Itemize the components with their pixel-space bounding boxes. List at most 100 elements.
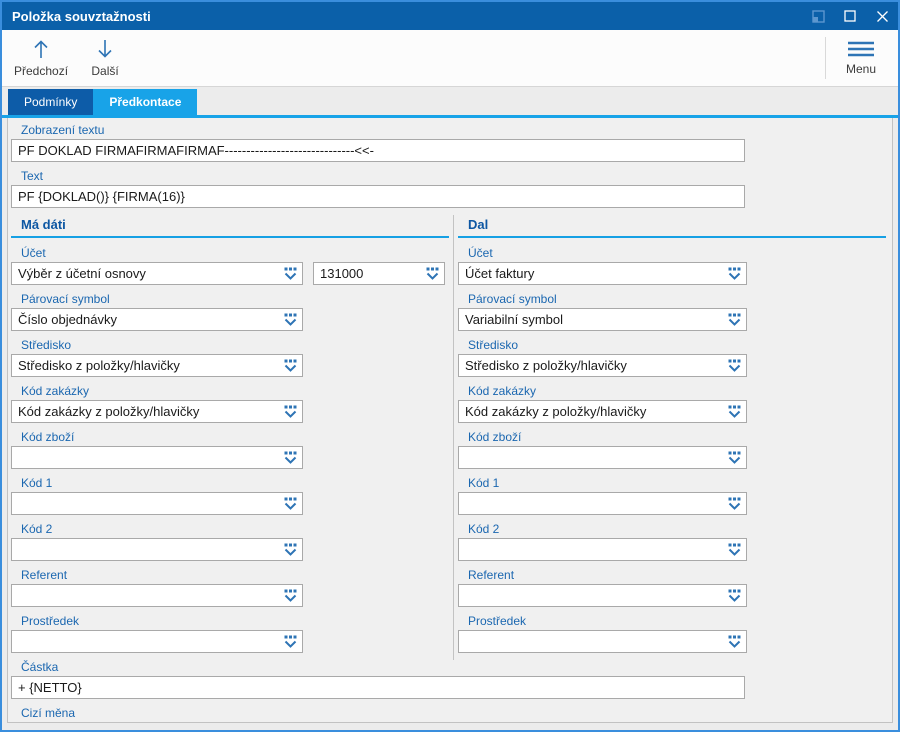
field-dal-ucet: Účet Účet faktury: [458, 246, 892, 285]
dal-kod-zakazky-combo[interactable]: Kód zakázky z položky/hlavičky: [458, 400, 747, 423]
md-prostredek-label: Prostředek: [21, 614, 453, 628]
field-zobrazeni-textu: Zobrazení textu PF DOKLAD FIRMAFIRMAFIRM…: [11, 123, 892, 162]
dock-icon[interactable]: [810, 8, 826, 24]
dropdown-icon[interactable]: [728, 635, 741, 649]
arrow-up-icon: [32, 38, 50, 60]
field-text: Text PF {DOKLAD()} {FIRMA(16)}: [11, 169, 892, 208]
md-kod-2-combo[interactable]: [11, 538, 303, 561]
dal-kod-1-label: Kód 1: [468, 476, 892, 490]
dropdown-icon[interactable]: [728, 543, 741, 557]
field-castka: Částka + {NETTO}: [11, 660, 892, 699]
dal-kod-zakazky-value: Kód zakázky z položky/hlavičky: [459, 404, 746, 419]
field-dal-parovaci-symbol: Párovací symbol Variabilní symbol: [458, 292, 892, 331]
window-title: Položka souvztažnosti: [12, 9, 810, 24]
dal-kod-zbozi-combo[interactable]: [458, 446, 747, 469]
field-cizi-mena: Cizí měna: [11, 706, 892, 723]
dal-prostredek-label: Prostředek: [468, 614, 892, 628]
dal-referent-combo[interactable]: [458, 584, 747, 607]
text-input[interactable]: PF {DOKLAD()} {FIRMA(16)}: [11, 185, 745, 208]
field-md-ucet: Účet Výběr z účetní osnovy 131000: [11, 246, 453, 285]
dropdown-icon[interactable]: [284, 313, 297, 327]
dal-kod-2-label: Kód 2: [468, 522, 892, 536]
menu-button[interactable]: Menu: [830, 30, 892, 86]
dal-kod-2-combo[interactable]: [458, 538, 747, 561]
md-kod-2-label: Kód 2: [21, 522, 453, 536]
md-stredisko-combo[interactable]: Středisko z položky/hlavičky: [11, 354, 303, 377]
field-md-parovaci-symbol: Párovací symbol Číslo objednávky: [11, 292, 453, 331]
dal-ucet-value: Účet faktury: [459, 266, 746, 281]
dropdown-icon[interactable]: [284, 589, 297, 603]
dropdown-icon[interactable]: [284, 497, 297, 511]
toolbar: Předchozí Další Menu: [2, 30, 898, 87]
dal-rule: [458, 236, 886, 238]
arrow-down-icon: [96, 38, 114, 60]
dropdown-icon[interactable]: [284, 267, 297, 281]
maximize-icon[interactable]: [842, 8, 858, 24]
md-referent-combo[interactable]: [11, 584, 303, 607]
debit-credit-columns: Má dáti Účet Výběr z účetní osnovy 13100…: [11, 215, 892, 660]
dropdown-icon[interactable]: [284, 405, 297, 419]
toolbar-separator: [825, 37, 826, 79]
field-md-referent: Referent: [11, 568, 453, 607]
dropdown-icon[interactable]: [728, 451, 741, 465]
next-button-label: Další: [91, 64, 118, 78]
dropdown-icon[interactable]: [728, 497, 741, 511]
md-ucet-label: Účet: [21, 246, 453, 260]
dal-parovaci-symbol-combo[interactable]: Variabilní symbol: [458, 308, 747, 331]
field-md-kod-1: Kód 1: [11, 476, 453, 515]
md-kod-zakazky-value: Kód zakázky z položky/hlavičky: [12, 404, 302, 419]
field-dal-stredisko: Středisko Středisko z položky/hlavičky: [458, 338, 892, 377]
field-md-stredisko: Středisko Středisko z položky/hlavičky: [11, 338, 453, 377]
dropdown-icon[interactable]: [284, 543, 297, 557]
dropdown-icon[interactable]: [284, 635, 297, 649]
md-kod-zakazky-combo[interactable]: Kód zakázky z položky/hlavičky: [11, 400, 303, 423]
tab-podminky[interactable]: Podmínky: [8, 89, 93, 115]
ma-dati-header: Má dáti: [21, 217, 453, 233]
tab-predkontace[interactable]: Předkontace: [93, 89, 197, 115]
dal-ucet-combo[interactable]: Účet faktury: [458, 262, 747, 285]
castka-input[interactable]: + {NETTO}: [11, 676, 745, 699]
zobrazeni-textu-input[interactable]: PF DOKLAD FIRMAFIRMAFIRMAF--------------…: [11, 139, 745, 162]
dropdown-icon[interactable]: [728, 359, 741, 373]
text-label: Text: [21, 169, 892, 183]
field-dal-kod-zbozi: Kód zboží: [458, 430, 892, 469]
dal-kod-1-combo[interactable]: [458, 492, 747, 515]
dal-parovaci-symbol-value: Variabilní symbol: [459, 312, 746, 327]
dropdown-icon[interactable]: [728, 589, 741, 603]
cizi-mena-label: Cizí měna: [21, 706, 892, 720]
field-dal-kod-2: Kód 2: [458, 522, 892, 561]
menu-button-label: Menu: [846, 62, 876, 76]
field-dal-prostredek: Prostředek: [458, 614, 892, 653]
md-kod-zbozi-combo[interactable]: [11, 446, 303, 469]
dropdown-icon[interactable]: [426, 267, 439, 281]
ma-dati-rule: [11, 236, 449, 238]
dal-prostredek-combo[interactable]: [458, 630, 747, 653]
dropdown-icon[interactable]: [728, 405, 741, 419]
md-kod-zakazky-label: Kód zakázky: [21, 384, 453, 398]
md-kod-1-combo[interactable]: [11, 492, 303, 515]
previous-button-label: Předchozí: [14, 64, 68, 78]
ma-dati-column: Má dáti Účet Výběr z účetní osnovy 13100…: [11, 215, 453, 660]
tab-content-panel: Zobrazení textu PF DOKLAD FIRMAFIRMAFIRM…: [7, 118, 893, 723]
dal-stredisko-combo[interactable]: Středisko z položky/hlavičky: [458, 354, 747, 377]
hamburger-icon: [847, 40, 875, 58]
field-dal-referent: Referent: [458, 568, 892, 607]
md-parovaci-symbol-combo[interactable]: Číslo objednávky: [11, 308, 303, 331]
next-button[interactable]: Další: [74, 30, 136, 86]
dal-header: Dal: [468, 217, 892, 233]
dropdown-icon[interactable]: [728, 313, 741, 327]
md-prostredek-combo[interactable]: [11, 630, 303, 653]
md-ucet-combo[interactable]: Výběr z účetní osnovy: [11, 262, 303, 285]
md-kod-zbozi-label: Kód zboží: [21, 430, 453, 444]
previous-button[interactable]: Předchozí: [8, 30, 74, 86]
dal-ucet-label: Účet: [468, 246, 892, 260]
close-icon[interactable]: [874, 8, 890, 24]
md-ucet-number-combo[interactable]: 131000: [313, 262, 445, 285]
field-dal-kod-1: Kód 1: [458, 476, 892, 515]
md-parovaci-symbol-value: Číslo objednávky: [12, 312, 302, 327]
cizi-mena-combo[interactable]: [11, 722, 303, 723]
dropdown-icon[interactable]: [284, 359, 297, 373]
md-ucet-number-value: 131000: [314, 266, 444, 281]
dropdown-icon[interactable]: [728, 267, 741, 281]
dropdown-icon[interactable]: [284, 451, 297, 465]
